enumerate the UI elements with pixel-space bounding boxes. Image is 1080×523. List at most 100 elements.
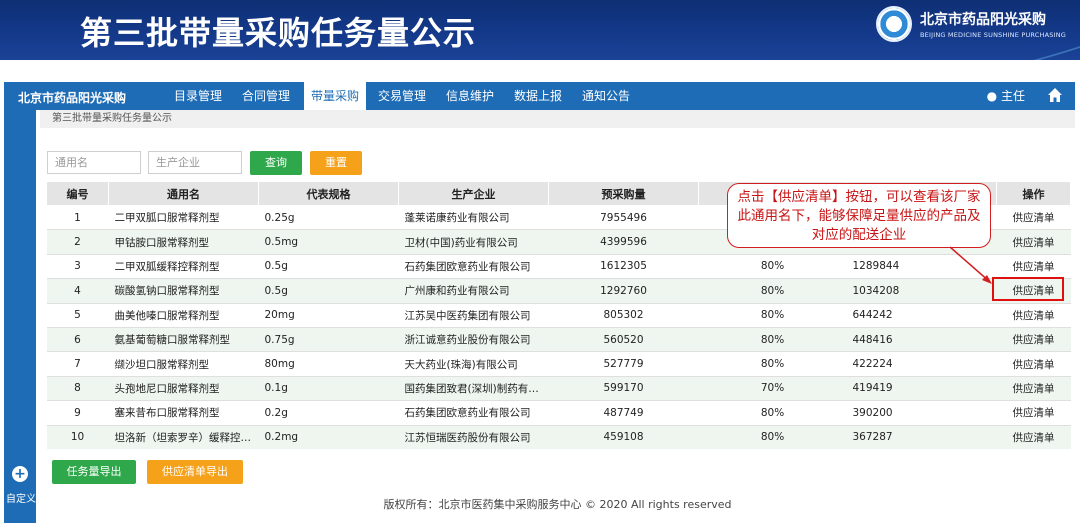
- query-button[interactable]: 查询: [250, 151, 302, 175]
- row-generic-name: 坦洛新（坦索罗辛）缓释控释剂型: [108, 424, 259, 450]
- row-pre-purchase-qty: 599170: [548, 375, 699, 401]
- supply-list-link[interactable]: 供应清单: [996, 204, 1071, 230]
- supply-list-link[interactable]: 供应清单: [996, 229, 1071, 255]
- row-manufacturer: 国药集团致君(深圳)制药有限公司: [398, 375, 549, 401]
- row-task-volume: 644242: [846, 302, 997, 328]
- row-no: 9: [46, 400, 109, 426]
- nav-item-catalog[interactable]: 目录管理: [164, 82, 232, 110]
- row-task-volume: 448416: [846, 326, 997, 352]
- brand-logo-block: 北京市药品阳光采购 BEIJING MEDICINE SUNSHINE PURC…: [876, 4, 1066, 54]
- row-no: 3: [46, 253, 109, 279]
- table-row: 6 氨基葡萄糖口服常释剂型 0.75g 浙江诚意药业股份有限公司 560520 80% 44…: [46, 326, 1071, 352]
- top-navbar: 北京市药品阳光采购 目录管理 合同管理 带量采购 交易管理 信息维护 数据上报 …: [4, 82, 1075, 110]
- row-generic-name: 氨基葡萄糖口服常释剂型: [108, 326, 259, 352]
- row-generic-name: 二甲双胍缓释控释剂型: [108, 253, 259, 279]
- row-task-volume: 422224: [846, 351, 997, 377]
- table-row: 8 头孢地尼口服常释剂型 0.1g 国药集团致君(深圳)制药有限公司 599170 70%…: [46, 375, 1071, 401]
- supply-list-link[interactable]: 供应清单: [996, 375, 1071, 401]
- row-task-volume: 419419: [846, 375, 997, 401]
- annotation-callout: 点击【供应清单】按钮，可以查看该厂家此通用名下，能够保障足量供应的产品及对应的配…: [727, 183, 991, 248]
- user-name: 主任: [1000, 89, 1025, 103]
- col-header-name: 通用名: [108, 181, 259, 206]
- col-header-no: 编号: [46, 181, 109, 206]
- supply-list-link[interactable]: 供应清单: [996, 326, 1071, 352]
- brand-name: 北京市药品阳光采购: [920, 12, 1046, 28]
- manufacturer-input[interactable]: 生产企业: [148, 151, 242, 174]
- row-generic-name: 甲钴胺口服常释剂型: [108, 229, 259, 255]
- add-custom-icon[interactable]: +: [12, 466, 28, 482]
- row-generic-name: 二甲双胍口服常释剂型: [108, 204, 259, 230]
- row-spec: 0.2mg: [258, 424, 399, 450]
- row-no: 8: [46, 375, 109, 401]
- supply-list-link[interactable]: 供应清单: [996, 302, 1071, 328]
- row-spec: 0.75g: [258, 326, 399, 352]
- row-no: 10: [46, 424, 109, 450]
- nav-item-info[interactable]: 信息维护: [436, 82, 504, 110]
- row-spec: 0.5g: [258, 278, 399, 304]
- highlight-box: [992, 277, 1064, 301]
- table-row: 7 缬沙坦口服常释剂型 80mg 天大药业(珠海)有限公司 527779 80% 42222…: [46, 351, 1071, 377]
- row-manufacturer: 石药集团欧意药业有限公司: [398, 400, 549, 426]
- row-no: 7: [46, 351, 109, 377]
- brand-logo-icon: [876, 6, 912, 42]
- row-spec: 0.5g: [258, 253, 399, 279]
- table-row: 9 塞来昔布口服常释剂型 0.2g 石药集团欧意药业有限公司 487749 80% 3902…: [46, 400, 1071, 426]
- nav-item-notice[interactable]: 通知公告: [572, 82, 640, 110]
- supply-list-link[interactable]: 供应清单: [996, 351, 1071, 377]
- row-pre-purchase-qty: 1612305: [548, 253, 699, 279]
- row-pre-purchase-qty: 7955496: [548, 204, 699, 230]
- table-row: 5 曲美他嗪口服常释剂型 20mg 江苏吴中医药集团有限公司 805302 80% 6442…: [46, 302, 1071, 328]
- col-header-qty: 预采购量: [548, 181, 699, 206]
- row-pre-purchase-qty: 487749: [548, 400, 699, 426]
- user-menu[interactable]: ● 主任: [987, 82, 1025, 110]
- nav-item-data-report[interactable]: 数据上报: [504, 82, 572, 110]
- slide-banner: 第三批带量采购任务量公示 北京市药品阳光采购 BEIJING MEDICINE …: [0, 0, 1080, 60]
- generic-name-input[interactable]: 通用名: [47, 151, 141, 174]
- app-name: 北京市药品阳光采购: [18, 91, 127, 105]
- nav-item-contract[interactable]: 合同管理: [232, 82, 300, 110]
- reset-button[interactable]: 重置: [310, 151, 362, 175]
- row-manufacturer: 广州康和药业有限公司: [398, 278, 549, 304]
- row-percent: 80%: [698, 351, 847, 377]
- row-spec: 0.5mg: [258, 229, 399, 255]
- col-header-maker: 生产企业: [398, 181, 549, 206]
- row-task-volume: 390200: [846, 400, 997, 426]
- row-spec: 20mg: [258, 302, 399, 328]
- export-task-button[interactable]: 任务量导出: [52, 460, 136, 484]
- row-percent: 80%: [698, 424, 847, 450]
- nav-item-trade[interactable]: 交易管理: [368, 82, 436, 110]
- row-task-volume: 367287: [846, 424, 997, 450]
- home-icon[interactable]: [1047, 87, 1063, 103]
- row-pre-purchase-qty: 560520: [548, 326, 699, 352]
- row-generic-name: 碳酸氢钠口服常释剂型: [108, 278, 259, 304]
- col-header-op: 操作: [996, 181, 1071, 206]
- brand-name-en: BEIJING MEDICINE SUNSHINE PURCHASING: [920, 31, 1067, 39]
- row-percent: 70%: [698, 375, 847, 401]
- copyright-footer: 版权所有：北京市医药集中采购服务中心 © 2020 All rights res…: [383, 498, 732, 511]
- custom-label[interactable]: 自定义: [6, 490, 36, 505]
- row-manufacturer: 蓬莱诺康药业有限公司: [398, 204, 549, 230]
- row-manufacturer: 石药集团欧意药业有限公司: [398, 253, 549, 279]
- app-window: 北京市药品阳光采购 目录管理 合同管理 带量采购 交易管理 信息维护 数据上报 …: [4, 82, 1075, 523]
- table-row: 4 碳酸氢钠口服常释剂型 0.5g 广州康和药业有限公司 1292760 80% 10342…: [46, 278, 1071, 304]
- export-supply-button[interactable]: 供应清单导出: [147, 460, 243, 484]
- supply-list-link[interactable]: 供应清单: [996, 424, 1071, 450]
- row-spec: 0.25g: [258, 204, 399, 230]
- row-pre-purchase-qty: 527779: [548, 351, 699, 377]
- row-spec: 0.1g: [258, 375, 399, 401]
- nav-item-volume-purchase[interactable]: 带量采购: [304, 82, 366, 110]
- table-row: 3 二甲双胍缓释控释剂型 0.5g 石药集团欧意药业有限公司 1612305 80% 128…: [46, 253, 1071, 279]
- row-percent: 80%: [698, 278, 847, 304]
- row-no: 1: [46, 204, 109, 230]
- row-no: 5: [46, 302, 109, 328]
- supply-list-link[interactable]: 供应清单: [996, 253, 1071, 279]
- row-task-volume: 1289844: [846, 253, 997, 279]
- row-spec: 0.2g: [258, 400, 399, 426]
- row-no: 4: [46, 278, 109, 304]
- supply-list-link[interactable]: 供应清单: [996, 400, 1071, 426]
- row-manufacturer: 卫材(中国)药业有限公司: [398, 229, 549, 255]
- row-pre-purchase-qty: 459108: [548, 424, 699, 450]
- row-generic-name: 头孢地尼口服常释剂型: [108, 375, 259, 401]
- row-generic-name: 缬沙坦口服常释剂型: [108, 351, 259, 377]
- row-manufacturer: 天大药业(珠海)有限公司: [398, 351, 549, 377]
